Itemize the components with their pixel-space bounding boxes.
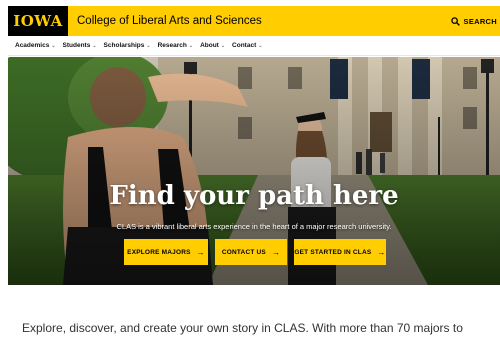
explore-majors-button[interactable]: EXPLORE MAJORS →: [124, 239, 208, 265]
arrow-right-icon: →: [377, 247, 386, 257]
main-nav: Academics ⌄ Students ⌄ Scholarships ⌄ Resea…: [8, 36, 500, 56]
nav-item-label: Scholarships: [103, 42, 145, 49]
nav-item-research[interactable]: Research ⌄: [158, 42, 193, 49]
site-header: IOWA College of Liberal Arts and Science…: [8, 6, 500, 36]
iowa-logo[interactable]: IOWA: [8, 6, 68, 36]
get-started-button[interactable]: GET STARTED IN CLAS →: [294, 239, 386, 265]
chevron-down-icon: ⌄: [92, 42, 97, 49]
chevron-down-icon: ⌄: [51, 42, 56, 49]
search-label: SEARCH: [463, 16, 497, 26]
search-icon: [450, 16, 460, 26]
chevron-down-icon: ⌄: [188, 42, 194, 49]
nav-item-students[interactable]: Students ⌄: [63, 42, 97, 49]
hero-banner: Find your path here CLAS is a vibrant li…: [8, 57, 500, 285]
nav-item-label: Students: [62, 42, 91, 49]
chevron-down-icon: ⌄: [146, 42, 151, 49]
intro-paragraph: Explore, discover, and create your own s…: [22, 321, 463, 335]
nav-item-contact[interactable]: Contact ⌄: [232, 42, 262, 49]
college-name-link[interactable]: College of Liberal Arts and Sciences: [77, 15, 262, 27]
button-label: EXPLORE MAJORS: [127, 248, 191, 256]
button-label: GET STARTED IN CLAS: [294, 248, 372, 256]
chevron-down-icon: ⌄: [258, 42, 263, 49]
arrow-right-icon: →: [196, 247, 205, 257]
chevron-down-icon: ⌄: [220, 42, 226, 49]
search-button[interactable]: SEARCH: [450, 6, 497, 36]
nav-item-label: About: [200, 42, 219, 49]
nav-item-academics[interactable]: Academics ⌄: [15, 42, 56, 49]
nav-item-scholarships[interactable]: Scholarships ⌄: [104, 42, 151, 49]
nav-item-label: Academics: [15, 42, 50, 49]
nav-item-label: Research: [157, 42, 187, 49]
hero-title: Find your path here: [109, 181, 399, 211]
hero-subtitle: CLAS is a vibrant liberal arts experienc…: [116, 222, 392, 231]
nav-item-about[interactable]: About ⌄: [200, 42, 225, 49]
button-label: CONTACT US: [221, 248, 266, 256]
arrow-right-icon: →: [271, 247, 281, 257]
contact-us-button[interactable]: CONTACT US →: [215, 239, 287, 265]
nav-item-label: Contact: [232, 42, 257, 49]
